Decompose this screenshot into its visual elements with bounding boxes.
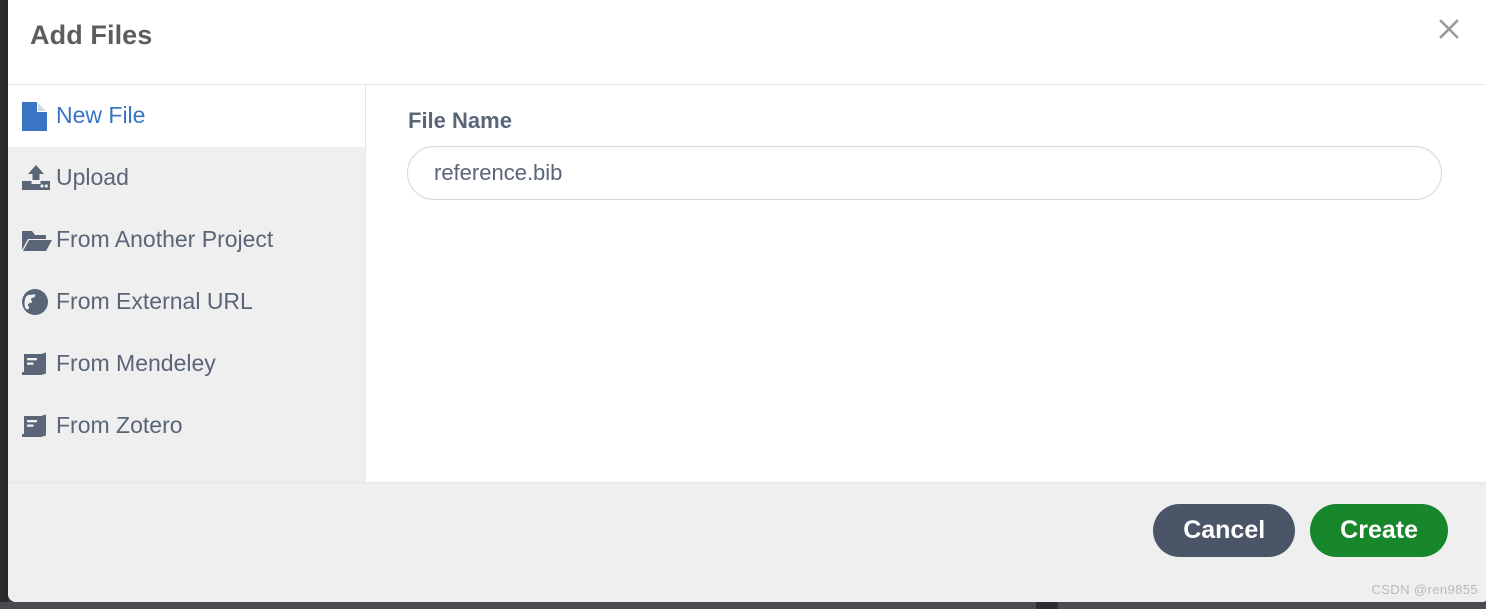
main-panel: File Name — [367, 85, 1486, 482]
create-button[interactable]: Create — [1310, 504, 1448, 557]
globe-icon — [22, 289, 56, 315]
sidebar-item-label: From Zotero — [56, 411, 183, 438]
page-title: Add Files — [30, 20, 153, 50]
sidebar-item-label: New File — [56, 101, 146, 128]
sidebar-item-from-another-project[interactable]: From Another Project — [8, 209, 365, 271]
close-button[interactable] — [1432, 12, 1466, 46]
book-icon — [22, 413, 56, 439]
folder-open-icon — [22, 228, 56, 252]
sidebar-item-upload[interactable]: Upload — [8, 147, 365, 209]
page-backdrop-bottom-accent — [1036, 602, 1058, 609]
sidebar-item-label: From Another Project — [56, 225, 274, 252]
screen: Add Files New File Upload From Another P… — [0, 0, 1486, 609]
sidebar-item-from-mendeley[interactable]: From Mendeley — [8, 333, 365, 395]
modal-footer: Cancel Create — [8, 482, 1486, 602]
page-backdrop-bottom — [0, 602, 1486, 609]
close-icon — [1438, 18, 1460, 40]
add-files-modal: Add Files New File Upload From Another P… — [8, 0, 1486, 602]
sidebar: New File Upload From Another Project Fro… — [8, 85, 366, 482]
page-backdrop-left — [0, 0, 8, 609]
watermark: CSDN @ren9855 — [1371, 582, 1478, 597]
sidebar-item-from-zotero[interactable]: From Zotero — [8, 395, 365, 457]
sidebar-item-label: Upload — [56, 163, 129, 190]
modal-body: New File Upload From Another Project Fro… — [8, 85, 1486, 482]
sidebar-item-from-external-url[interactable]: From External URL — [8, 271, 365, 333]
sidebar-item-new-file[interactable]: New File — [8, 85, 365, 147]
file-name-label: File Name — [408, 108, 512, 133]
cancel-button[interactable]: Cancel — [1153, 504, 1296, 557]
book-icon — [22, 351, 56, 377]
file-name-input[interactable] — [407, 146, 1442, 200]
upload-icon — [22, 165, 56, 191]
modal-header: Add Files — [8, 0, 1486, 85]
sidebar-item-label: From Mendeley — [56, 349, 216, 376]
footer-actions: Cancel Create — [1153, 504, 1448, 557]
sidebar-item-label: From External URL — [56, 287, 253, 314]
file-icon — [22, 101, 56, 131]
